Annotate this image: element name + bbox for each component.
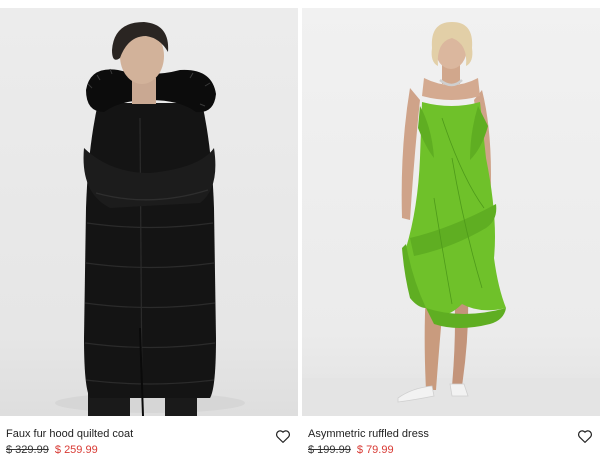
- original-price: $ 329.99: [6, 444, 49, 456]
- product-card-dress[interactable]: Asymmetric ruffled dress $ 199.99 $ 79.9…: [302, 8, 600, 468]
- product-info-coat: Faux fur hood quilted coat $ 329.99 $ 25…: [0, 426, 298, 468]
- product-card-coat[interactable]: Faux fur hood quilted coat $ 329.99 $ 25…: [0, 8, 298, 468]
- heart-outline-icon[interactable]: [576, 427, 594, 445]
- product-price: $ 329.99 $ 259.99: [6, 444, 98, 456]
- product-name[interactable]: Asymmetric ruffled dress: [308, 428, 429, 440]
- coat-model-illustration: [55, 22, 245, 416]
- product-image-dress[interactable]: [302, 8, 600, 416]
- product-grid: Faux fur hood quilted coat $ 329.99 $ 25…: [0, 0, 600, 468]
- original-price: $ 199.99: [308, 444, 351, 456]
- heart-outline-icon[interactable]: [274, 427, 292, 445]
- dress-model-illustration: [302, 22, 600, 416]
- product-name[interactable]: Faux fur hood quilted coat: [6, 428, 133, 440]
- product-price: $ 199.99 $ 79.99: [308, 444, 394, 456]
- product-image-coat[interactable]: [0, 8, 298, 416]
- product-info-dress: Asymmetric ruffled dress $ 199.99 $ 79.9…: [302, 426, 600, 468]
- sale-price: $ 79.99: [356, 444, 394, 456]
- sale-price: $ 259.99: [54, 444, 98, 456]
